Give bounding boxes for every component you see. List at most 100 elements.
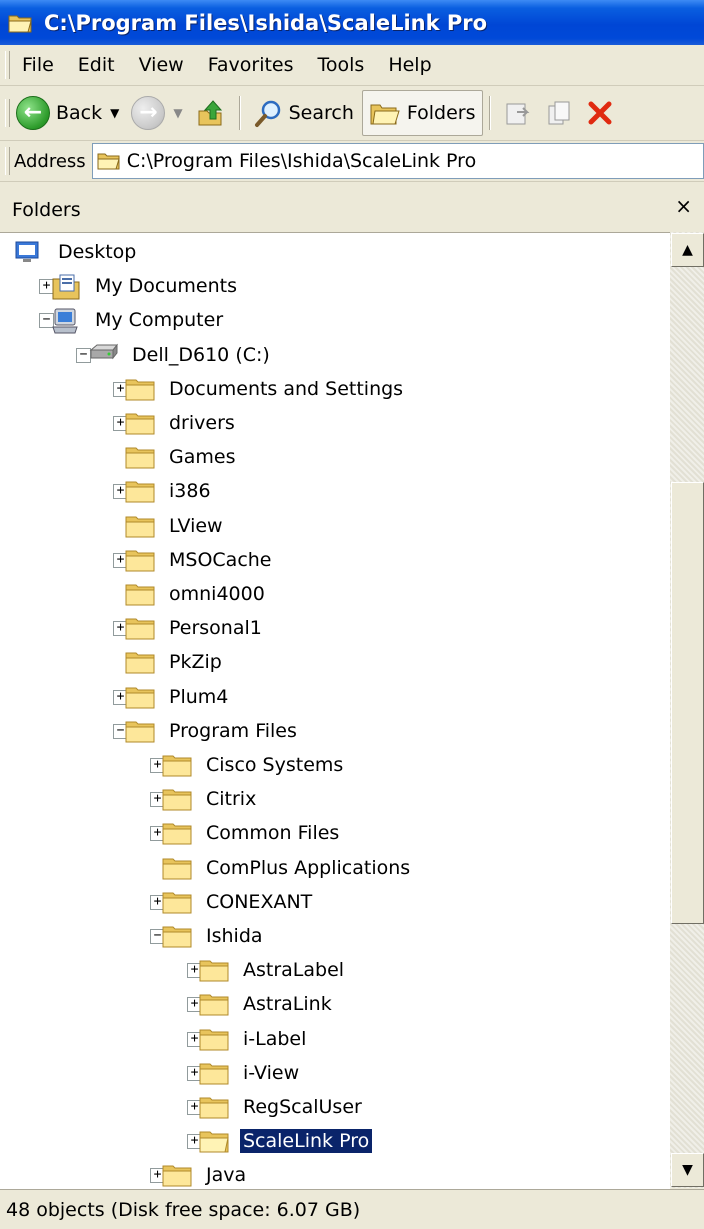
tree-row[interactable]: + RegScalUser (187, 1091, 365, 1123)
tree-row[interactable]: + MSOCache (113, 544, 275, 576)
close-icon[interactable]: × (675, 194, 692, 218)
back-label: Back (56, 102, 103, 124)
folders-button[interactable]: Folders (361, 90, 483, 136)
search-label: Search (288, 102, 354, 124)
tree-item-label: Common Files (206, 822, 340, 844)
folder-open-icon (8, 12, 34, 34)
copy-to-icon (548, 101, 570, 125)
address-label: Address (14, 150, 86, 172)
tree-item-label: i-View (243, 1062, 300, 1084)
window-title: C:\Program Files\Ishida\ScaleLink Pro (44, 10, 488, 35)
folder-icon (162, 752, 194, 778)
tree-row[interactable]: + i-Label (187, 1023, 309, 1055)
address-field[interactable]: C:\Program Files\Ishida\ScaleLink Pro (91, 143, 704, 179)
tree-row[interactable]: Games (125, 441, 238, 473)
move-to-button[interactable] (497, 91, 539, 135)
tree-item-label: ScaleLink Pro (240, 1129, 373, 1153)
folder-icon (125, 513, 157, 539)
menu-favorites[interactable]: Favorites (196, 54, 306, 76)
tree-row[interactable]: + i-View (187, 1057, 302, 1089)
vertical-scrollbar[interactable]: ▲ ▼ (670, 232, 704, 1188)
folders-label: Folders (406, 102, 476, 124)
tree-item-label: Java (206, 1164, 247, 1186)
tree-row[interactable]: + Personal1 (113, 612, 265, 644)
tree-row[interactable]: + AstraLabel (187, 954, 347, 986)
tree-row[interactable]: − Dell_D610 (C:) (76, 339, 273, 371)
menu-view[interactable]: View (127, 54, 196, 76)
menu-file[interactable]: File (10, 54, 66, 76)
tree-item-label: drivers (169, 412, 235, 434)
folder-icon (125, 581, 157, 607)
delete-button[interactable] (581, 91, 619, 135)
desktop-icon (14, 239, 46, 265)
tree-row[interactable]: + My Documents (39, 270, 240, 302)
tree-row[interactable]: ComPlus Applications (162, 852, 413, 884)
tree-row[interactable]: + Citrix (150, 783, 259, 815)
toolbar-separator (238, 96, 241, 130)
tree-row[interactable]: PkZip (125, 646, 225, 678)
folder-icon (199, 1060, 231, 1086)
folders-pane-header: Folders × (0, 188, 704, 232)
up-folder-button[interactable] (189, 91, 233, 135)
tree-row[interactable]: + Plum4 (113, 681, 231, 713)
search-icon (254, 100, 280, 127)
forward-button[interactable]: → ▼ (125, 91, 188, 135)
tree-item-label: Games (169, 446, 236, 468)
scroll-thumb[interactable] (671, 482, 704, 924)
tree-row[interactable]: + Java (150, 1159, 249, 1189)
tree-row[interactable]: − Program Files (113, 715, 300, 747)
move-to-icon (506, 103, 529, 125)
scroll-up-button[interactable]: ▲ (671, 233, 704, 267)
status-text: 48 objects (Disk free space: 6.07 GB) (6, 1198, 361, 1221)
tree-row[interactable]: + CONEXANT (150, 886, 315, 918)
tree-row[interactable]: Desktop (14, 236, 139, 268)
tree-row[interactable]: + AstraLink (187, 988, 335, 1020)
folder-icon (125, 478, 157, 504)
tree-item-label: AstraLink (243, 993, 332, 1015)
folder-icon (199, 1094, 231, 1120)
search-button[interactable]: Search (247, 91, 360, 135)
title-bar[interactable]: C:\Program Files\Ishida\ScaleLink Pro (0, 0, 704, 45)
copy-to-button[interactable] (539, 91, 581, 135)
folder-icon (125, 547, 157, 573)
tree-item-label: i386 (169, 480, 211, 502)
menu-edit[interactable]: Edit (66, 54, 127, 76)
folder-icon (125, 410, 157, 436)
folder-icon (125, 376, 157, 402)
tree-row[interactable]: omni4000 (125, 578, 268, 610)
folder-icon (162, 1162, 194, 1188)
folder-icon (199, 991, 231, 1017)
back-button[interactable]: ← Back ▼ (10, 91, 125, 135)
delete-icon (588, 101, 612, 125)
tree-row[interactable]: + Cisco Systems (150, 749, 346, 781)
folder-open-icon (199, 1128, 231, 1154)
folder-tree[interactable]: Desktop + My Documents − My Computer − Dell_D6… (0, 232, 670, 1189)
menu-tools[interactable]: Tools (306, 54, 377, 76)
tree-item-label: AstraLabel (243, 959, 345, 981)
folder-icon (125, 649, 157, 675)
tree-item-label: Program Files (169, 720, 297, 742)
tree-row[interactable]: − Ishida (150, 920, 266, 952)
tree-item-label: Citrix (206, 788, 257, 810)
tree-row[interactable]: + ScaleLink Pro (187, 1125, 373, 1157)
scroll-down-button[interactable]: ▼ (671, 1153, 704, 1187)
tree-row[interactable]: + Documents and Settings (113, 373, 406, 405)
tree-item-label: Dell_D610 (C:) (132, 344, 270, 366)
menu-help[interactable]: Help (376, 54, 443, 76)
folder-icon (162, 889, 194, 915)
folder-icon (125, 444, 157, 470)
back-dropdown-icon[interactable]: ▼ (110, 106, 119, 120)
tree-item-label: My Computer (95, 309, 224, 331)
menu-bar: File Edit View Favorites Tools Help (0, 45, 704, 86)
folder-icon (162, 855, 194, 881)
tree-row[interactable]: − My Computer (39, 304, 226, 336)
tree-row[interactable]: + drivers (113, 407, 238, 439)
tree-item-label: Plum4 (169, 686, 229, 708)
tree-row[interactable]: LView (125, 510, 226, 542)
my-documents-icon (51, 273, 83, 300)
tree-row[interactable]: + i386 (113, 475, 214, 507)
forward-dropdown-icon[interactable]: ▼ (173, 106, 182, 120)
tree-row[interactable]: + Common Files (150, 817, 342, 849)
my-computer-icon (51, 307, 83, 334)
folder-icon (125, 615, 157, 641)
